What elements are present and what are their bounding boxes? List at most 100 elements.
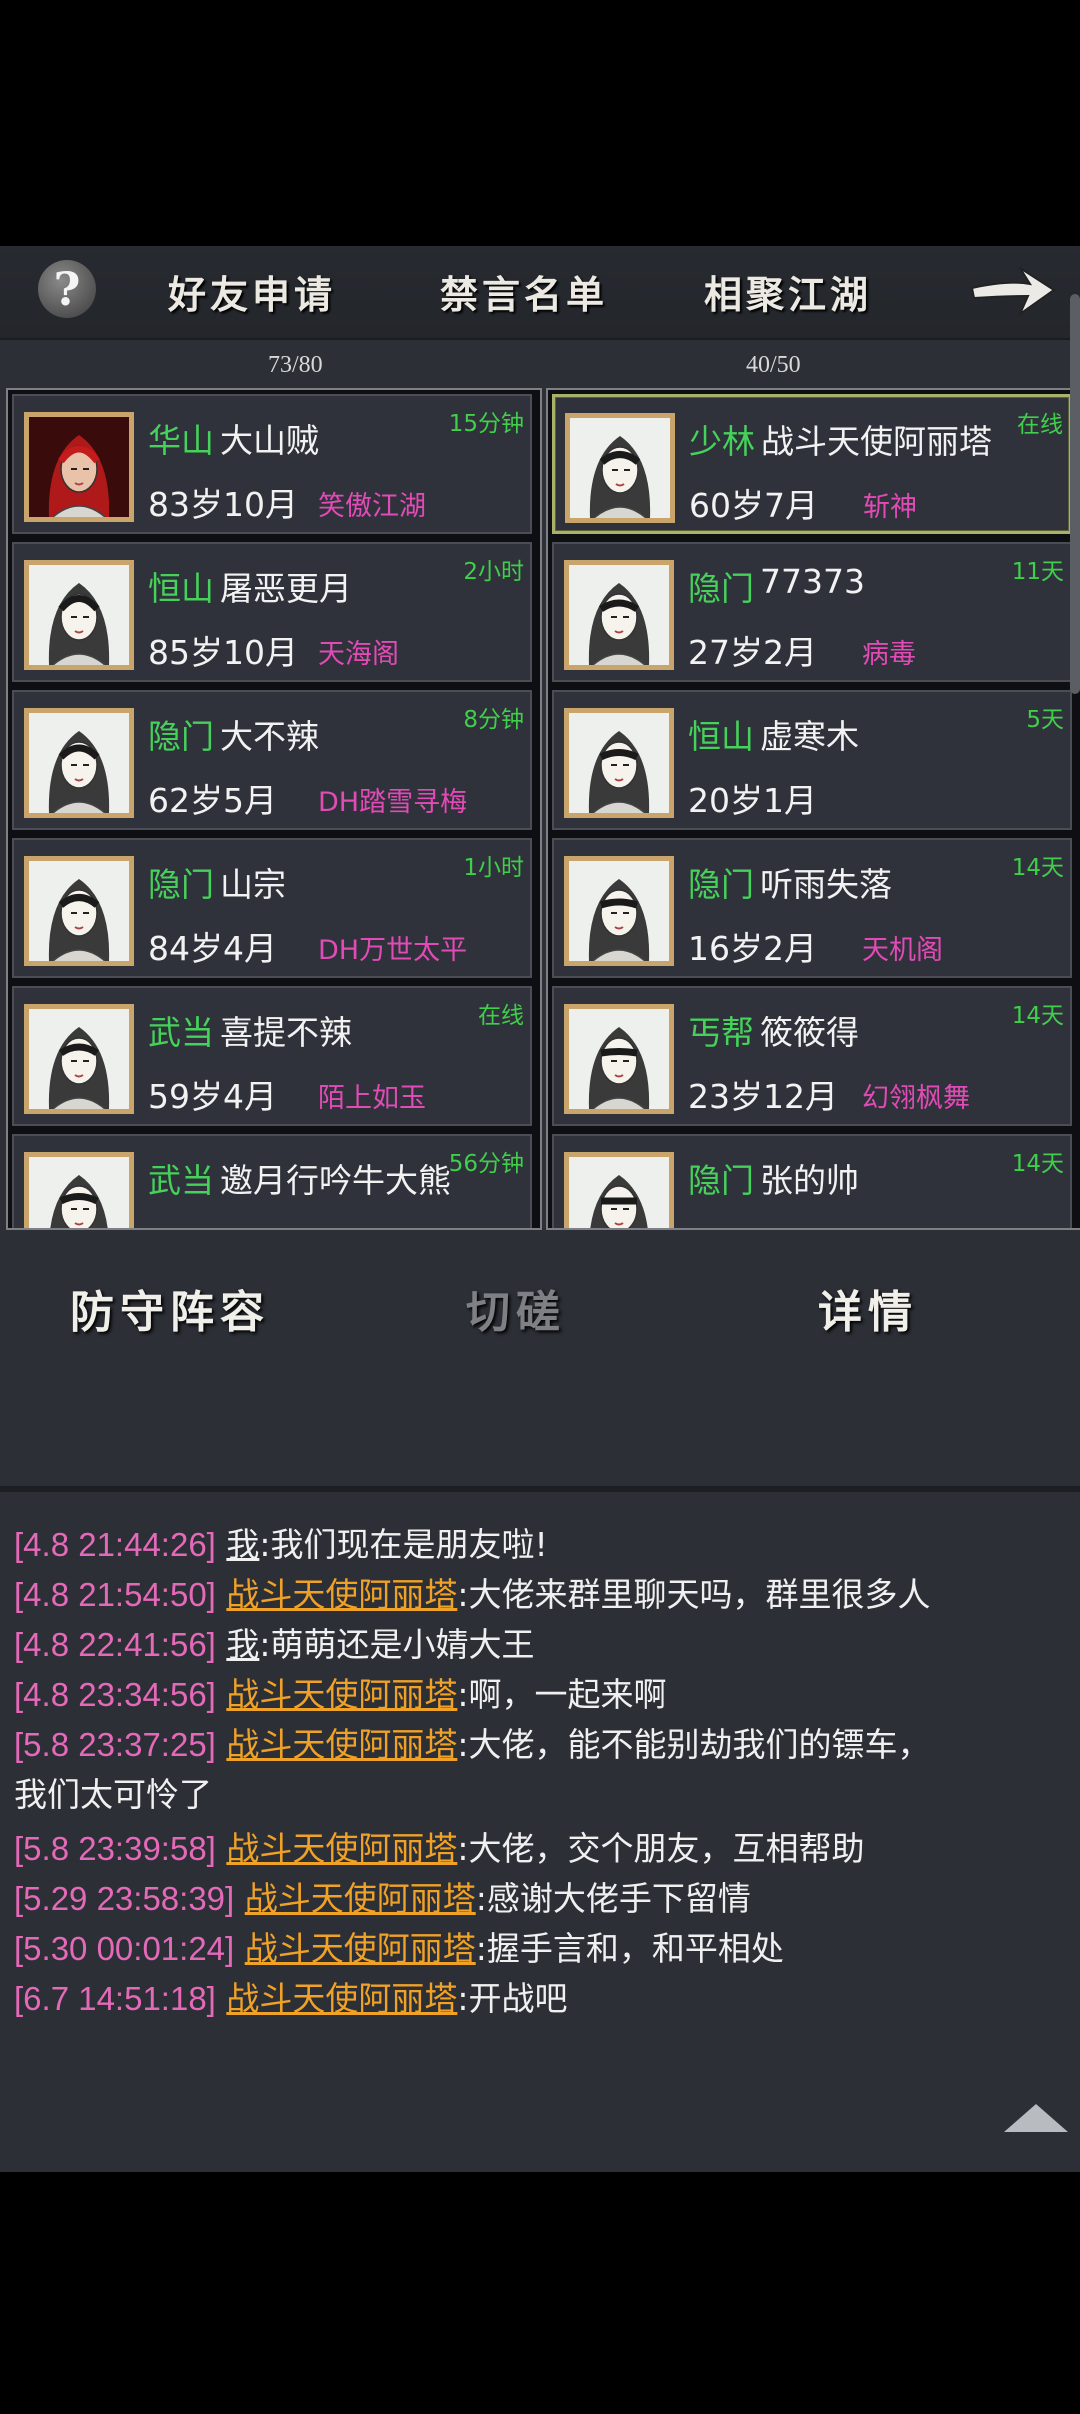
friend-age: 84岁4月	[148, 929, 277, 968]
friend-card[interactable]: 隐门 77373 27岁2月 病毒 11天	[552, 542, 1072, 682]
defense-lineup-button[interactable]: 防守阵容	[30, 1276, 330, 1346]
friend-age: 83岁10月	[148, 485, 298, 524]
chat-text: :握手言和，和平相处	[475, 1929, 784, 1968]
friend-card[interactable]: 隐门 听雨失落 16岁2月 天机阁 14天	[552, 838, 1072, 978]
chat-text: :萌萌还是小婧大王	[259, 1625, 535, 1664]
chat-message: [5.8 23:37:25] 战斗天使阿丽塔:大佬，能不能别劫我们的镖车，	[14, 1718, 930, 1766]
friend-card[interactable]: 少林 战斗天使阿丽塔 60岁7月 斩神 在线	[552, 394, 1072, 534]
chat-text: :大佬，能不能别劫我们的镖车，	[457, 1725, 931, 1764]
chat-message: [5.29 23:58:39] 战斗天使阿丽塔:感谢大佬手下留情	[14, 1872, 751, 1920]
chat-sender[interactable]: 战斗天使阿丽塔	[226, 1829, 457, 1868]
help-icon[interactable]: ?	[38, 260, 96, 318]
scrollbar[interactable]	[1070, 294, 1080, 694]
avatar[interactable]	[24, 1152, 134, 1228]
friend-sect: 隐门	[148, 865, 214, 904]
avatar[interactable]	[24, 856, 134, 966]
friend-card[interactable]: 丐帮 筱筱得 23岁12月 幻翎枫舞 14天	[552, 986, 1072, 1126]
tab-friend-requests[interactable]: 好友申请	[143, 264, 361, 320]
friend-guild: 幻翎枫舞	[862, 1083, 970, 1114]
chat-text: :感谢大佬手下留情	[475, 1879, 751, 1918]
chat-message: [4.8 21:54:50] 战斗天使阿丽塔:大佬来群里聊天吗，群里很多人	[14, 1568, 930, 1616]
chat-sender[interactable]: 战斗天使阿丽塔	[226, 1575, 457, 1614]
chat-sender[interactable]: 战斗天使阿丽塔	[226, 1979, 457, 2018]
avatar[interactable]	[564, 1152, 674, 1228]
tab-mute-list[interactable]: 禁言名单	[415, 264, 633, 320]
friend-last-online: 15分钟	[448, 411, 524, 437]
friend-card[interactable]: 恒山 虚寒木 20岁1月 5天	[552, 690, 1072, 830]
friend-card[interactable]: 恒山 屠恶更月 85岁10月 天海阁 2小时	[12, 542, 532, 682]
friend-age: 59岁4月	[148, 1077, 277, 1116]
avatar[interactable]	[24, 560, 134, 670]
chat-timestamp: [5.30 00:01:24]	[14, 1930, 235, 1967]
chat-text: :大佬，交个朋友，互相帮助	[457, 1829, 865, 1868]
avatar[interactable]	[564, 708, 674, 818]
friend-last-online: 在线	[1017, 412, 1063, 438]
chat-timestamp: [4.8 23:34:56]	[14, 1676, 216, 1713]
friend-last-online: 14天	[1011, 855, 1064, 881]
scroll-up-icon[interactable]	[1004, 2104, 1068, 2132]
friend-card[interactable]: 武当 邀月行吟牛大熊 56分钟	[12, 1134, 532, 1228]
friend-sect: 隐门	[688, 1161, 754, 1200]
chat-timestamp: [4.8 21:44:26]	[14, 1526, 216, 1563]
avatar[interactable]	[564, 560, 674, 670]
chat-message: [5.30 00:01:24] 战斗天使阿丽塔:握手言和，和平相处	[14, 1922, 784, 1970]
friend-age: 20岁1月	[688, 781, 817, 820]
arrow-right-icon[interactable]	[968, 258, 1058, 322]
friend-last-online: 14天	[1011, 1151, 1064, 1177]
chat-log[interactable]: [4.8 21:44:26] 我:我们现在是朋友啦! [4.8 21:54:50]…	[0, 1486, 1080, 2172]
friend-name: 屠恶更月	[220, 569, 352, 608]
tab-gather[interactable]: 相聚江湖	[679, 264, 897, 320]
friend-sect: 武当	[148, 1013, 214, 1052]
friend-list-right[interactable]: 少林 战斗天使阿丽塔 60岁7月 斩神 在线 隐门 77373 27岁2月 病毒 11天 恒山 虚寒木…	[546, 388, 1080, 1230]
chat-sender[interactable]: 战斗天使阿丽塔	[245, 1929, 476, 1968]
chat-sender[interactable]: 我	[226, 1625, 259, 1664]
avatar[interactable]	[564, 1004, 674, 1114]
friend-guild: 天机阁	[862, 935, 943, 966]
friend-sect: 隐门	[148, 717, 214, 756]
avatar[interactable]	[24, 1004, 134, 1114]
chat-timestamp: [5.29 23:58:39]	[14, 1880, 235, 1917]
chat-timestamp: [6.7 14:51:18]	[14, 1980, 216, 2017]
friend-card[interactable]: 华山 大山贼 83岁10月 笑傲江湖 15分钟	[12, 394, 532, 534]
friend-sect: 恒山	[688, 717, 754, 756]
spar-button[interactable]: 切磋	[426, 1276, 626, 1346]
right-friend-count: 40/50	[746, 352, 801, 378]
friend-guild: 陌上如玉	[318, 1083, 426, 1114]
friend-last-online: 14天	[1011, 1003, 1064, 1029]
avatar[interactable]	[24, 708, 134, 818]
chat-message: [6.7 14:51:18] 战斗天使阿丽塔:开战吧	[14, 1972, 567, 2020]
top-tab-bar: ? 好友申请 禁言名单 相聚江湖	[0, 246, 1080, 340]
avatar[interactable]	[565, 413, 675, 523]
chat-sender[interactable]: 战斗天使阿丽塔	[226, 1725, 457, 1764]
chat-message: [4.8 21:44:26] 我:我们现在是朋友啦!	[14, 1518, 548, 1566]
chat-sender[interactable]: 战斗天使阿丽塔	[245, 1879, 476, 1918]
friend-sect: 丐帮	[688, 1013, 754, 1052]
friend-last-online: 2小时	[463, 559, 524, 585]
friend-sect: 恒山	[148, 569, 214, 608]
chat-sender[interactable]: 我	[226, 1525, 259, 1564]
friend-age: 16岁2月	[688, 929, 817, 968]
friend-name: 虚寒木	[760, 717, 859, 756]
friend-age: 27岁2月	[688, 633, 817, 672]
friend-card[interactable]: 武当 喜提不辣 59岁4月 陌上如玉 在线	[12, 986, 532, 1126]
friend-list-left[interactable]: 华山 大山贼 83岁10月 笑傲江湖 15分钟 恒山 屠恶更月 85岁10月 天海阁 2小时 隐门大…	[6, 388, 542, 1230]
friend-name: 山宗	[220, 865, 286, 904]
friend-card[interactable]: 隐门 张的帅 14天	[552, 1134, 1072, 1228]
friend-guild: 斩神	[863, 492, 917, 523]
chat-text: :我们现在是朋友啦!	[259, 1525, 548, 1564]
chat-message: [4.8 23:34:56] 战斗天使阿丽塔:啊，一起来啊	[14, 1668, 666, 1716]
chat-sender[interactable]: 战斗天使阿丽塔	[226, 1675, 457, 1714]
details-button[interactable]: 详情	[778, 1276, 978, 1346]
friend-name: 大山贼	[220, 421, 319, 460]
left-friend-count: 73/80	[268, 352, 323, 378]
friend-last-online: 8分钟	[463, 707, 524, 733]
avatar[interactable]	[24, 412, 134, 522]
friend-card[interactable]: 隐门 大不辣 62岁5月 DH踏雪寻梅 8分钟	[12, 690, 532, 830]
avatar[interactable]	[564, 856, 674, 966]
chat-timestamp: [5.8 23:37:25]	[14, 1726, 216, 1763]
friend-name: 筱筱得	[760, 1013, 859, 1052]
friend-card[interactable]: 隐门 山宗 84岁4月 DH万世太平 1小时	[12, 838, 532, 978]
friend-sect: 武当	[148, 1161, 214, 1200]
chat-text: :开战吧	[457, 1979, 568, 2018]
friend-name: 77373	[760, 562, 865, 601]
